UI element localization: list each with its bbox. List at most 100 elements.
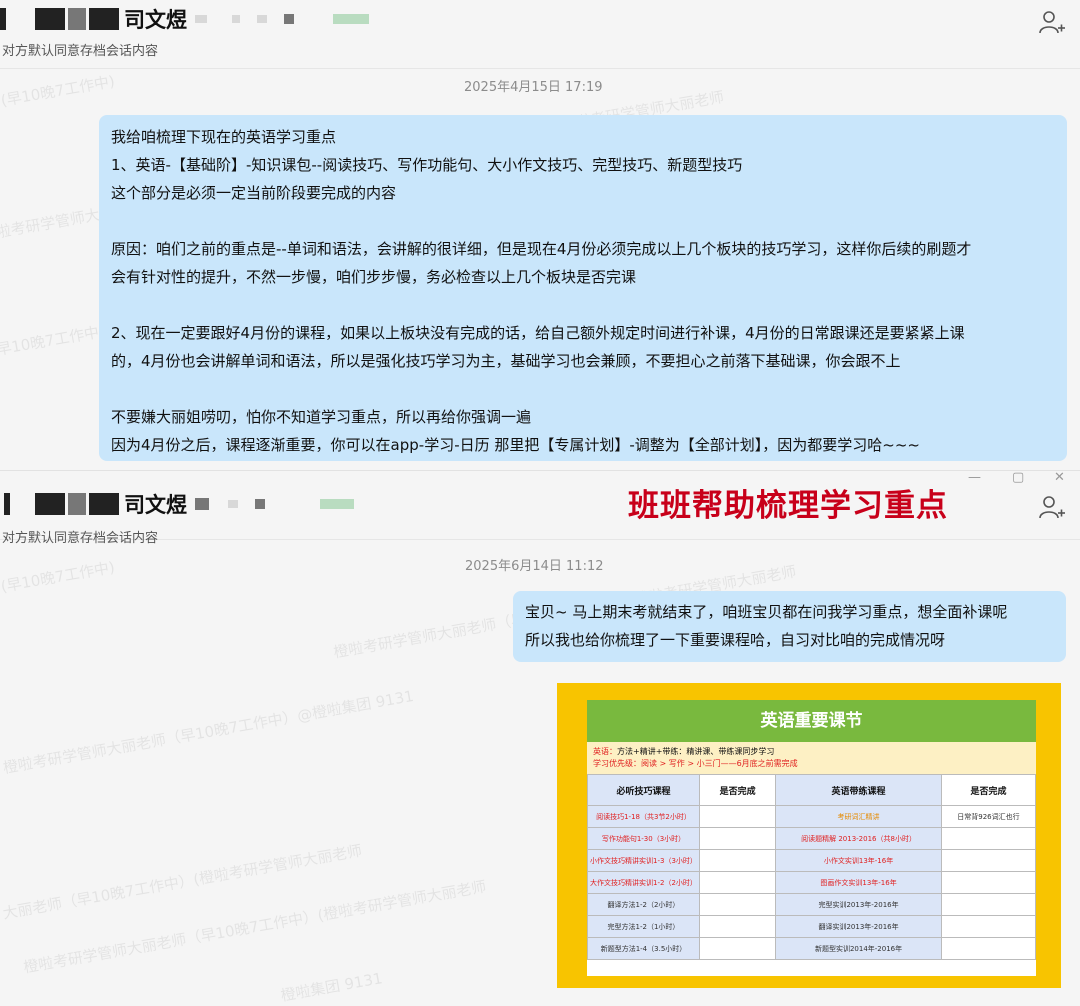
table-cell: 阅读技巧1-18（共3节2小时） — [587, 805, 700, 828]
contact-name-row: 司文煜 — [0, 491, 357, 517]
table-cell: 翻译实训2013年-2016年 — [775, 915, 942, 938]
lessons-table: 必听技巧课程 是否完成 英语带练课程 是否完成 阅读技巧1-18（共3节2小时）… — [587, 774, 1037, 960]
contact-name: 司文煜 — [124, 8, 187, 32]
note-priority: 学习优先级：阅读 > 写作 > 小三门——6月底之前需完成 — [593, 759, 798, 768]
course-table: 英语重要课节 英语：方法+精讲+带练：精讲课、带练课同步学习 学习优先级：阅读 … — [587, 700, 1037, 976]
contact-name-row: 司文煜 — [0, 6, 372, 32]
redacted-block — [195, 15, 207, 23]
message-line: 宝贝~ 马上期末考就结束了，咱班宝贝都在问我学习重点，想全面补课呢 — [525, 603, 1008, 621]
message-line: 1、英语-【基础阶】-知识课包--阅读技巧、写作功能句、大小作文技巧、完型技巧、… — [111, 156, 743, 174]
table-cell — [940, 827, 1037, 850]
message-line: 2、现在一定要跟好4月份的课程，如果以上板块没有完成的话，给自己额外规定时间进行… — [111, 324, 965, 342]
redacted-block — [195, 498, 209, 510]
table-row: 大作文技巧精讲实训1-2（2小时） 图画作文实训13年-16年 — [587, 871, 1037, 894]
redacted-block — [0, 8, 6, 30]
message-line: 因为4月份之后，课程逐渐重要，你可以在app-学习-日历 那里把【专属计划】-调… — [111, 436, 920, 454]
table-row: 翻译方法1-2（2小时） 完型实训2013年-2016年 — [587, 893, 1037, 916]
message-line: 原因：咱们之前的重点是--单词和语法，会讲解的很详细，但是现在4月份必须完成以上… — [111, 240, 972, 258]
close-icon[interactable]: ✕ — [1054, 470, 1065, 485]
redacted-block — [35, 493, 65, 515]
table-cell: 小作文实训13年-16年 — [775, 849, 942, 872]
table-cell — [698, 805, 777, 828]
message-bubble[interactable]: 宝贝~ 马上期末考就结束了，咱班宝贝都在问我学习重点，想全面补课呢 所以我也给你梳… — [513, 591, 1066, 662]
redacted-block — [89, 8, 119, 30]
redacted-block — [255, 499, 265, 509]
table-row: 新题型方法1-4（3.5小时） 新题型实训2014年-2016年 — [587, 937, 1037, 960]
watermark: 橙啦考研学管师大丽老师（早10晚7工作中）(橙啦考研学管师大丽老师 — [22, 877, 488, 977]
archive-notice: 对方默认同意存档会话内容 — [2, 44, 159, 59]
table-cell — [698, 915, 777, 938]
watermark: 橙啦考研学管师大丽老师（早10晚7工作中）@橙啦集团 9131 — [1, 686, 416, 778]
message-line: 我给咱梳理下现在的英语学习重点 — [111, 128, 337, 146]
table-cell — [940, 937, 1037, 960]
redacted-block — [232, 15, 240, 23]
table-cell — [698, 937, 777, 960]
table-cell: 日常背926词汇也行 — [940, 805, 1037, 828]
watermark: (早10晚7工作中) — [0, 558, 117, 596]
message-line: 所以我也给你梳理了一下重要课程哈，自习对比咱的完成情况呀 — [525, 631, 946, 649]
contact-name: 司文煜 — [124, 493, 187, 517]
table-cell — [698, 871, 777, 894]
note-text: 方法+精讲+带练：精讲课、带练课同步学习 — [617, 747, 775, 756]
table-header: 英语带练课程 — [775, 774, 942, 806]
redacted-block — [89, 493, 119, 515]
table-cell: 阅读题精解 2013-2016（共8小时） — [775, 827, 942, 850]
table-cell — [940, 871, 1037, 894]
redacted-block — [333, 14, 369, 24]
table-cell: 写作功能句1-30（3小时） — [587, 827, 700, 850]
table-row: 阅读技巧1-18（共3节2小时） 考研词汇精讲 日常背926词汇也行 — [587, 805, 1037, 828]
maximize-icon[interactable]: ▢ — [1012, 470, 1024, 485]
table-row: 写作功能句1-30（3小时） 阅读题精解 2013-2016（共8小时） — [587, 827, 1037, 850]
table-cell: 小作文技巧精讲实训1-3（3小时） — [587, 849, 700, 872]
watermark: (早10晚7工作中) — [0, 322, 107, 360]
chat-pane-1: (早10晚7工作中) 橙啦考研学管师大丽老师 橙啦考研学管师大丽老师 (早10晚… — [0, 0, 1080, 470]
redacted-block — [284, 14, 294, 24]
redacted-block — [35, 8, 65, 30]
redacted-block — [68, 8, 86, 30]
annotation-banner: 班班帮助梳理学习重点 — [628, 488, 948, 524]
table-header: 必听技巧课程 — [587, 774, 700, 806]
table-cell: 完型方法1-2（1小时） — [587, 915, 700, 938]
message-line: 的，4月份也会讲解单词和语法，所以是强化技巧学习为主，基础学习也会兼顾，不要担心… — [111, 352, 901, 370]
table-cell — [698, 827, 777, 850]
table-cell — [940, 849, 1037, 872]
table-note: 英语：方法+精讲+带练：精讲课、带练课同步学习 学习优先级：阅读 > 写作 > … — [587, 742, 1036, 774]
watermark: (早10晚7工作中) — [0, 72, 117, 110]
message-line: 不要嫌大丽姐唠叨，怕你不知道学习重点，所以再给你强调一遍 — [111, 408, 532, 426]
add-user-icon[interactable] — [1038, 493, 1066, 521]
watermark: 大丽老师（早10晚7工作中）(橙啦考研学管师大丽老师 — [1, 841, 364, 923]
table-cell — [698, 849, 777, 872]
redacted-block — [320, 499, 354, 509]
minimize-icon[interactable]: — — [968, 470, 981, 485]
redacted-block — [68, 493, 86, 515]
message-line: 会有针对性的提升，不然一步慢，咱们步步慢，务必检查以上几个板块是否完课 — [111, 268, 637, 286]
table-cell: 完型实训2013年-2016年 — [775, 893, 942, 916]
table-cell: 考研词汇精讲 — [775, 805, 942, 828]
message-line: 这个部分是必须一定当前阶段要完成的内容 — [111, 184, 397, 202]
table-title: 英语重要课节 — [587, 700, 1036, 742]
chat-header: 司文煜 对方默认同意存档会话内容 — [0, 0, 1080, 69]
table-header: 是否完成 — [698, 774, 777, 806]
watermark: 橙啦集团 9131 — [279, 969, 384, 1005]
table-cell: 图画作文实训13年-16年 — [775, 871, 942, 894]
table-cell — [940, 915, 1037, 938]
message-bubble[interactable]: 我给咱梳理下现在的英语学习重点 1、英语-【基础阶】-知识课包--阅读技巧、写作功… — [99, 115, 1067, 461]
table-cell: 新题型实训2014年-2016年 — [775, 937, 942, 960]
table-row: 小作文技巧精讲实训1-3（3小时） 小作文实训13年-16年 — [587, 849, 1037, 872]
course-table-image[interactable]: 英语重要课节 英语：方法+精讲+带练：精讲课、带练课同步学习 学习优先级：阅读 … — [557, 683, 1061, 988]
add-user-icon[interactable] — [1038, 8, 1066, 36]
archive-notice: 对方默认同意存档会话内容 — [2, 531, 159, 546]
message-timestamp: 2025年6月14日 11:12 — [465, 559, 604, 574]
redacted-block — [228, 500, 238, 508]
table-cell — [698, 893, 777, 916]
table-header: 是否完成 — [940, 774, 1037, 806]
table-cell: 翻译方法1-2（2小时） — [587, 893, 700, 916]
table-row: 完型方法1-2（1小时） 翻译实训2013年-2016年 — [587, 915, 1037, 938]
note-label: 英语： — [593, 747, 617, 756]
redacted-block — [257, 15, 267, 23]
table-cell — [940, 893, 1037, 916]
table-cell: 大作文技巧精讲实训1-2（2小时） — [587, 871, 700, 894]
